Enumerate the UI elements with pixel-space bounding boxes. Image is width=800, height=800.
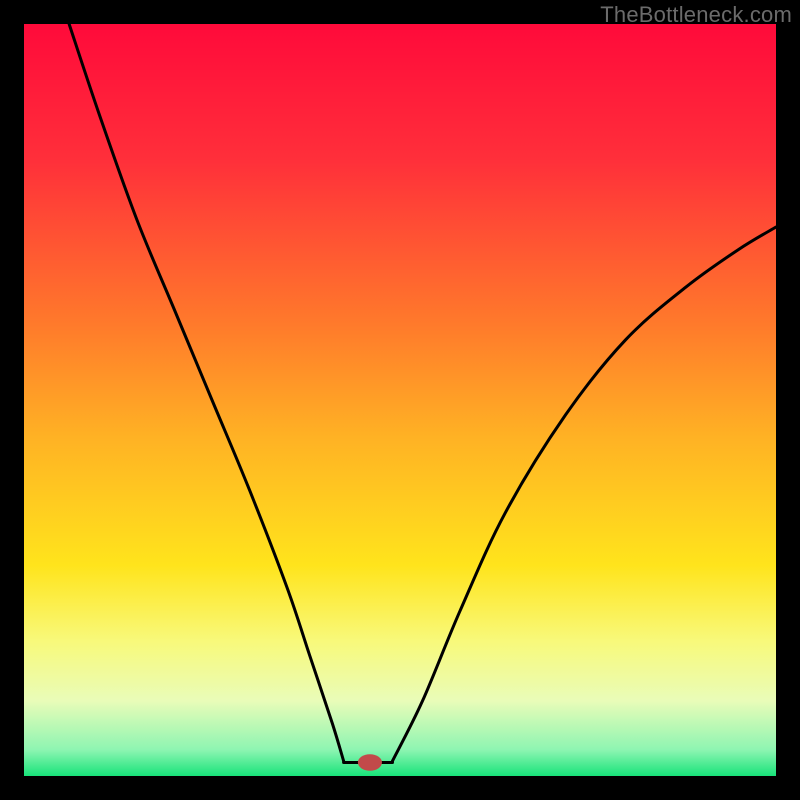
optimal-marker bbox=[358, 754, 382, 771]
bottleneck-chart bbox=[24, 24, 776, 776]
plot-area bbox=[24, 24, 776, 776]
gradient-background bbox=[24, 24, 776, 776]
chart-frame: TheBottleneck.com bbox=[0, 0, 800, 800]
